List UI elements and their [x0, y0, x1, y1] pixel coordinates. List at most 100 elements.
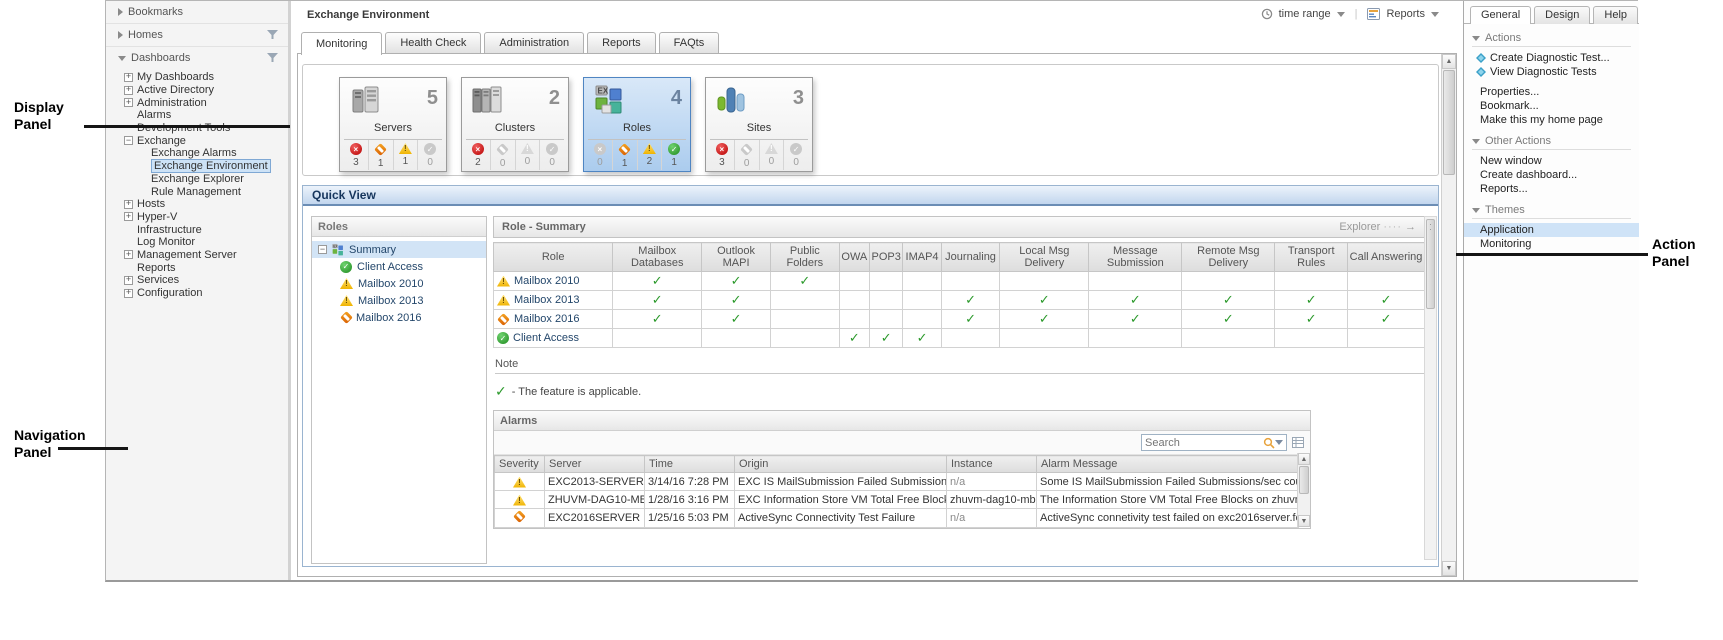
column-header[interactable]: Origin — [735, 456, 947, 473]
nav-tree-item[interactable]: Hosts — [124, 198, 288, 211]
nav-tree-item[interactable]: Development Tools — [124, 122, 288, 135]
column-header[interactable]: Server — [545, 456, 645, 473]
tile-clusters[interactable]: 2 Clusters 2 0 0 0 — [461, 77, 569, 172]
column-header[interactable]: Journaling — [941, 243, 1000, 272]
scroll-up-button[interactable]: ▲ — [1298, 453, 1310, 465]
chevron-down-icon[interactable] — [1337, 12, 1345, 17]
column-header[interactable]: OWA — [839, 243, 869, 272]
roles-item-mailbox-2010[interactable]: Mailbox 2010 — [312, 275, 486, 292]
search-options-icon[interactable] — [1275, 440, 1283, 445]
tile-roles[interactable]: EX 4 Roles 0 1 2 1 — [583, 77, 691, 172]
reports-button[interactable]: Reports — [1386, 8, 1425, 20]
column-header[interactable]: Outlook MAPI — [702, 243, 771, 272]
tab-reports[interactable]: Reports — [587, 32, 656, 53]
fatal-alarm-count[interactable]: 3 — [344, 140, 368, 170]
theme-application[interactable]: Application — [1464, 223, 1639, 237]
expand-plus-icon[interactable] — [124, 289, 133, 298]
table-customizer-icon[interactable] — [1292, 437, 1304, 448]
column-header[interactable]: Transport Rules — [1275, 243, 1348, 272]
normal-count[interactable]: 1 — [661, 140, 686, 170]
scroll-down-button[interactable]: ▼ — [1298, 515, 1310, 527]
column-header[interactable]: Remote Msg Delivery — [1182, 243, 1275, 272]
expand-plus-icon[interactable] — [124, 200, 133, 209]
action-create-diagnostic-test[interactable]: Create Diagnostic Test... — [1464, 51, 1639, 65]
action-view-diagnostic-tests[interactable]: View Diagnostic Tests — [1464, 65, 1639, 79]
nav-tree-item[interactable]: My Dashboards — [124, 71, 288, 84]
section-other-actions[interactable]: Other Actions — [1472, 135, 1631, 150]
column-header[interactable]: Message Submission — [1089, 243, 1182, 272]
tile-sites[interactable]: 3 Sites 3 0 0 0 — [705, 77, 813, 172]
table-row[interactable]: Client Access ✓✓✓ — [494, 329, 1425, 348]
column-header[interactable]: IMAP4 — [903, 243, 941, 272]
nav-tree-item[interactable]: Infrastructure — [124, 223, 288, 236]
nav-section-bookmarks[interactable]: Bookmarks — [106, 1, 288, 23]
warning-alarm-count[interactable]: 0 — [515, 140, 540, 170]
tab-help[interactable]: Help — [1593, 6, 1638, 24]
alarm-row[interactable]: EXC2013-SERVER 3/14/16 7:28 PM EXC IS Ma… — [495, 473, 1299, 491]
search-input[interactable] — [1145, 437, 1263, 449]
nav-tree-item-selected[interactable]: Exchange Environment — [124, 160, 288, 173]
nav-tree-item[interactable]: Services — [124, 274, 288, 287]
filter-icon[interactable] — [267, 30, 278, 40]
action-new-window[interactable]: New window — [1464, 154, 1639, 168]
warning-alarm-count[interactable]: 0 — [759, 140, 784, 170]
alarms-scrollbar[interactable]: ▲ ▼ — [1297, 453, 1310, 527]
column-header[interactable]: Public Folders — [770, 243, 839, 272]
scrollbar-thumb[interactable] — [1443, 70, 1455, 175]
content-scrollbar[interactable]: ▲ ▼ — [1441, 54, 1456, 576]
expand-plus-icon[interactable] — [124, 212, 133, 221]
alarm-row[interactable]: EXC2016SERVER 1/25/16 5:03 PM ActiveSync… — [495, 509, 1299, 528]
nav-tree-item[interactable]: Exchange Alarms — [124, 147, 288, 160]
column-header[interactable]: Alarm Message — [1037, 456, 1299, 473]
critical-alarm-count[interactable]: 1 — [368, 140, 393, 170]
column-header[interactable]: Role — [494, 243, 613, 272]
critical-alarm-count[interactable]: 0 — [490, 140, 515, 170]
roles-item-mailbox-2013[interactable]: Mailbox 2013 — [312, 292, 486, 309]
table-row[interactable]: Mailbox 2016 ✓✓✓✓✓✓✓✓ — [494, 310, 1425, 329]
time-range-button[interactable]: time range — [1279, 8, 1331, 20]
normal-count[interactable]: 0 — [539, 140, 564, 170]
action-properties[interactable]: Properties... — [1464, 85, 1639, 99]
nav-tree-item[interactable]: Configuration — [124, 287, 288, 300]
column-header[interactable]: Mailbox Databases — [613, 243, 702, 272]
alarm-row[interactable]: ZHUVM-DAG10-MB2 1/28/16 3:16 PM EXC Info… — [495, 491, 1299, 509]
explorer-link[interactable]: Explorer ···· → — [1339, 221, 1416, 233]
table-row[interactable]: Mailbox 2010 ✓✓✓ — [494, 272, 1425, 291]
tab-design[interactable]: Design — [1534, 6, 1590, 24]
expand-plus-icon[interactable] — [124, 86, 133, 95]
expand-plus-icon[interactable] — [124, 73, 133, 82]
roles-item-client-access[interactable]: Client Access — [312, 258, 486, 275]
tab-administration[interactable]: Administration — [484, 32, 584, 53]
nav-tree-item[interactable]: Administration — [124, 96, 288, 109]
nav-tree-item[interactable]: Hyper-V — [124, 211, 288, 224]
nav-tree-item[interactable]: Alarms — [124, 109, 288, 122]
roles-item-summary[interactable]: EX Summary — [312, 241, 486, 258]
critical-alarm-count[interactable]: 0 — [734, 140, 759, 170]
expand-plus-icon[interactable] — [124, 276, 133, 285]
chevron-down-icon[interactable] — [1431, 12, 1439, 17]
collapse-minus-icon[interactable] — [124, 136, 133, 145]
normal-count[interactable]: 0 — [417, 140, 442, 170]
column-header[interactable]: POP3 — [870, 243, 903, 272]
nav-tree-item[interactable]: Reports — [124, 261, 288, 274]
fatal-alarm-count[interactable]: 0 — [588, 140, 612, 170]
quick-view-scrollbar[interactable] — [1424, 216, 1437, 560]
scrollbar-thumb[interactable] — [1299, 466, 1309, 494]
nav-tree-item[interactable]: Exchange Explorer — [124, 173, 288, 186]
action-make-home-page[interactable]: Make this my home page — [1464, 113, 1639, 127]
action-bookmark[interactable]: Bookmark... — [1464, 99, 1639, 113]
scroll-down-button[interactable]: ▼ — [1442, 561, 1456, 576]
nav-tree-item[interactable]: Log Monitor — [124, 236, 288, 249]
section-themes[interactable]: Themes — [1472, 204, 1631, 219]
nav-tree-item[interactable]: Rule Management — [124, 185, 288, 198]
column-header[interactable]: Local Msg Delivery — [1000, 243, 1089, 272]
warning-alarm-count[interactable]: 2 — [637, 140, 662, 170]
nav-tree-item[interactable]: Exchange — [124, 134, 288, 147]
critical-alarm-count[interactable]: 1 — [612, 140, 637, 170]
tab-monitoring[interactable]: Monitoring — [301, 32, 382, 55]
fatal-alarm-count[interactable]: 2 — [466, 140, 490, 170]
tile-servers[interactable]: 5 Servers 3 1 1 0 — [339, 77, 447, 172]
search-icon[interactable] — [1263, 437, 1275, 449]
collapse-minus-icon[interactable] — [318, 245, 327, 254]
tab-faqts[interactable]: FAQts — [659, 32, 720, 53]
